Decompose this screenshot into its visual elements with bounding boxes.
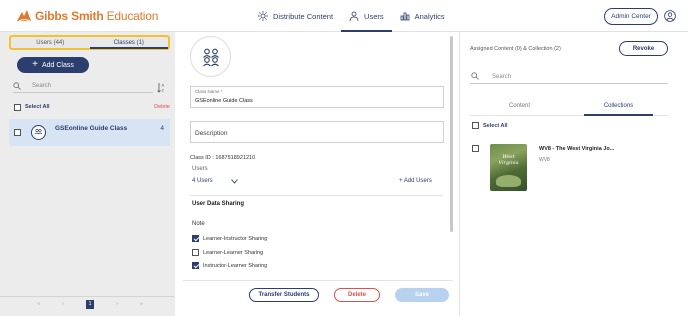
collection-list-item[interactable]: West Virginia WV8 - The West Virginia Jo… [472, 144, 668, 194]
sun-icon [258, 11, 268, 21]
select-all-label[interactable]: Select All [25, 104, 50, 110]
collection-code: WV8 [539, 157, 550, 163]
class-image-avatar[interactable] [190, 36, 231, 77]
right-panel-divider [459, 32, 460, 316]
class-user-count: 4 [160, 125, 164, 132]
instructor-learner-label: Instructor-Learner Sharing [203, 262, 268, 269]
group-icon [34, 128, 43, 135]
logo-text: Gibbs Smith Education [35, 9, 158, 23]
user-data-sharing-title: User Data Sharing [192, 201, 245, 207]
class-avatar [31, 125, 46, 140]
account-circle-icon[interactable] [664, 10, 676, 22]
sharing-option-learner-instructor[interactable]: Learner-Instructor Sharing [192, 235, 267, 242]
description-placeholder: Description [195, 130, 228, 137]
class-name: GSEonline Guide Class [55, 125, 128, 132]
delete-link[interactable]: Delete [154, 104, 170, 110]
nav-users-label: Users [364, 11, 384, 21]
add-users-link[interactable]: + Add Users [399, 178, 432, 184]
class-name-field[interactable]: Class Name * GSEonline Guide Class [190, 86, 444, 108]
brand-logo[interactable]: Gibbs Smith Education [16, 9, 158, 23]
users-label: Users [192, 166, 208, 172]
class-name-value: GSEonline Guide Class [195, 98, 253, 104]
class-id-text: Class ID : 1687518921210 [190, 155, 256, 161]
class-select-all-row: Select All Delete [14, 102, 170, 112]
class-list-item[interactable]: GSEonline Guide Class 4 [9, 119, 170, 146]
assigned-content-count: Assigned Content (0) & Collection (2) [470, 46, 561, 52]
bar-chart-icon [400, 12, 410, 21]
learner-instructor-checkbox[interactable] [192, 235, 199, 242]
tab-content[interactable]: Content [470, 97, 569, 115]
logo-text-light: Education [103, 9, 159, 23]
content-search-input[interactable]: Search [470, 70, 668, 84]
nav-analytics[interactable]: Analytics [392, 0, 453, 32]
user-icon [349, 11, 359, 21]
next-page-button[interactable]: › [116, 301, 118, 307]
learner-instructor-label: Learner-Instructor Sharing [203, 235, 268, 242]
logo-text-bold: Gibbs Smith [35, 9, 104, 23]
footer-divider [183, 280, 453, 281]
select-all-checkbox[interactable] [14, 103, 21, 111]
chevron-down-icon [230, 178, 238, 184]
thumbnail-foliage [496, 175, 521, 187]
left-panel-divider [0, 296, 175, 297]
sharing-option-learner-learner[interactable]: Learner-Learner Sharing [192, 249, 263, 256]
nav-distribute-content[interactable]: Distribute Content [250, 0, 341, 32]
delete-class-button[interactable]: Delete [334, 288, 380, 302]
main-nav: Distribute Content Users Analytics [250, 0, 453, 32]
section-divider [190, 195, 443, 196]
admin-center-button[interactable]: Admin Center [604, 8, 658, 25]
collection-title: WV8 - The West Virginia Jo... [539, 146, 615, 152]
tab-collections[interactable]: Collections [569, 97, 668, 116]
svg-text:Z: Z [162, 88, 165, 93]
content-collection-tabs: Content Collections [470, 97, 668, 116]
save-button[interactable]: Save [395, 288, 449, 302]
content-search-placeholder: Search [492, 74, 512, 80]
last-page-button[interactable]: » [140, 301, 143, 307]
class-list-panel [0, 32, 175, 316]
logo-icon [17, 10, 31, 22]
class-search-placeholder: Search [32, 83, 52, 89]
add-class-button[interactable]: + Add Class [17, 57, 89, 73]
revoke-button[interactable]: Revoke [619, 41, 668, 56]
nav-analytics-label: Analytics [414, 11, 445, 21]
instructor-learner-checkbox[interactable] [192, 262, 199, 269]
tab-classes[interactable]: Classes (1) [89, 37, 169, 49]
collection-checkbox[interactable] [472, 145, 479, 152]
learner-learner-checkbox[interactable] [192, 249, 199, 256]
collection-select-all-label[interactable]: Select All [483, 123, 508, 129]
learner-learner-label: Learner-Learner Sharing [203, 249, 264, 256]
description-field[interactable]: Description [190, 121, 444, 143]
collection-thumbnail: West Virginia [490, 144, 527, 191]
plus-icon: + [32, 59, 38, 70]
users-classes-tabs: Users (44) Classes (1) [9, 35, 170, 50]
class-search-input[interactable]: Search [13, 81, 153, 93]
collection-select-all-row: Select All [472, 122, 508, 129]
sort-az-icon[interactable]: AZ [157, 82, 166, 93]
class-checkbox[interactable] [14, 129, 21, 136]
tab-users[interactable]: Users (44) [11, 37, 90, 48]
nav-distribute-content-label: Distribute Content [273, 11, 334, 21]
note-label: Note [192, 221, 205, 227]
pagination: « ‹ 1 › » [10, 299, 170, 309]
users-count-dropdown[interactable]: 4 Users [192, 178, 238, 184]
search-icon [13, 82, 21, 90]
collection-select-all-checkbox[interactable] [472, 122, 479, 129]
group-icon [202, 48, 219, 66]
thumbnail-title-line2: Virginia [498, 160, 519, 166]
users-count-label: 4 Users [192, 178, 213, 184]
first-page-button[interactable]: « [37, 301, 40, 307]
current-page[interactable]: 1 [86, 299, 94, 309]
add-class-label: Add Class [41, 61, 74, 69]
search-icon [471, 72, 479, 80]
top-header: Gibbs Smith Education Distribute Content… [0, 0, 688, 32]
class-name-label: Class Name * [195, 89, 223, 94]
nav-users[interactable]: Users [341, 0, 392, 32]
middle-scrollbar[interactable] [450, 36, 453, 232]
prev-page-button[interactable]: ‹ [62, 301, 64, 307]
transfer-students-button[interactable]: Transfer Students [249, 288, 319, 302]
sharing-option-instructor-learner[interactable]: Instructor-Learner Sharing [192, 262, 267, 269]
